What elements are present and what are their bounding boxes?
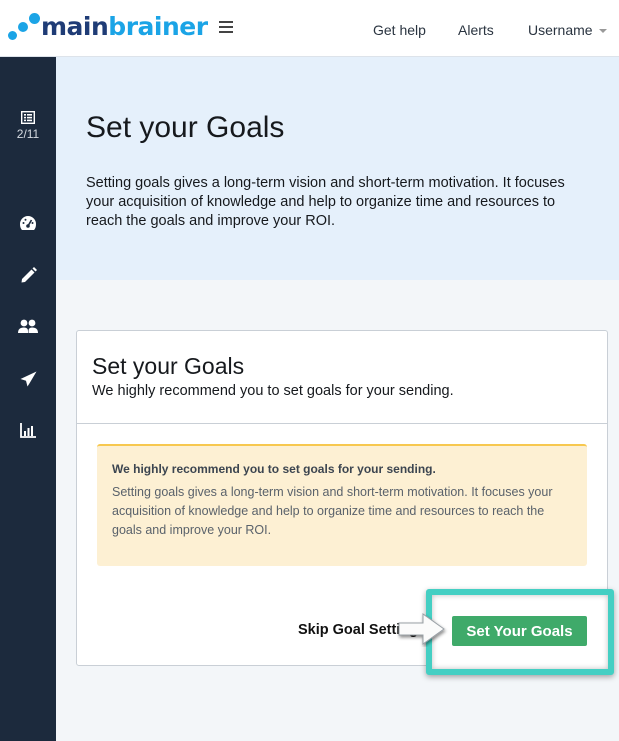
paper-plane-icon (20, 371, 36, 387)
pointer-arrow-icon (398, 613, 445, 645)
users-icon (18, 319, 38, 333)
get-help-link[interactable]: Get help (373, 22, 426, 38)
top-navbar: mainbrainer Get help Alerts Username (0, 0, 619, 57)
caret-down-icon (598, 29, 607, 34)
pencil-icon (21, 267, 37, 283)
list-icon (21, 111, 35, 124)
hamburger-menu-icon[interactable] (219, 21, 233, 36)
sidebar: 2/11 (0, 57, 56, 741)
alert-body: Setting goals gives a long-term vision a… (112, 485, 553, 537)
alert-heading: We highly recommend you to set goals for… (112, 462, 436, 476)
sidebar-item-steps[interactable]: 2/11 (0, 111, 56, 141)
card-title: Set your Goals (92, 353, 245, 379)
sidebar-item-users[interactable] (0, 319, 56, 334)
logo-dots-icon (7, 12, 41, 42)
username-label: Username (528, 22, 593, 38)
card-header: Set your Goals We highly recommend you t… (77, 331, 607, 424)
page-description: Setting goals gives a long-term vision a… (86, 175, 565, 229)
sidebar-item-reports[interactable] (0, 423, 56, 438)
set-your-goals-button[interactable]: Set Your Goals (452, 616, 587, 646)
logo-text: mainbrainer (41, 12, 208, 41)
sidebar-item-edit[interactable] (0, 267, 56, 284)
dashboard-gauge-icon (20, 216, 36, 230)
recommendation-alert: We highly recommend you to set goals for… (97, 444, 587, 566)
user-menu[interactable]: Username (528, 22, 607, 38)
page-title: Set your Goals (86, 111, 285, 144)
logo[interactable]: mainbrainer (7, 12, 208, 42)
bar-chart-icon (20, 423, 36, 438)
card-subtitle: We highly recommend you to set goals for… (92, 383, 454, 399)
sidebar-item-send[interactable] (0, 371, 56, 387)
sidebar-item-dashboard[interactable] (0, 215, 56, 231)
alerts-link[interactable]: Alerts (458, 22, 494, 38)
page-hero: Set your Goals Setting goals gives a lon… (56, 57, 619, 280)
step-counter: 2/11 (16, 127, 40, 141)
